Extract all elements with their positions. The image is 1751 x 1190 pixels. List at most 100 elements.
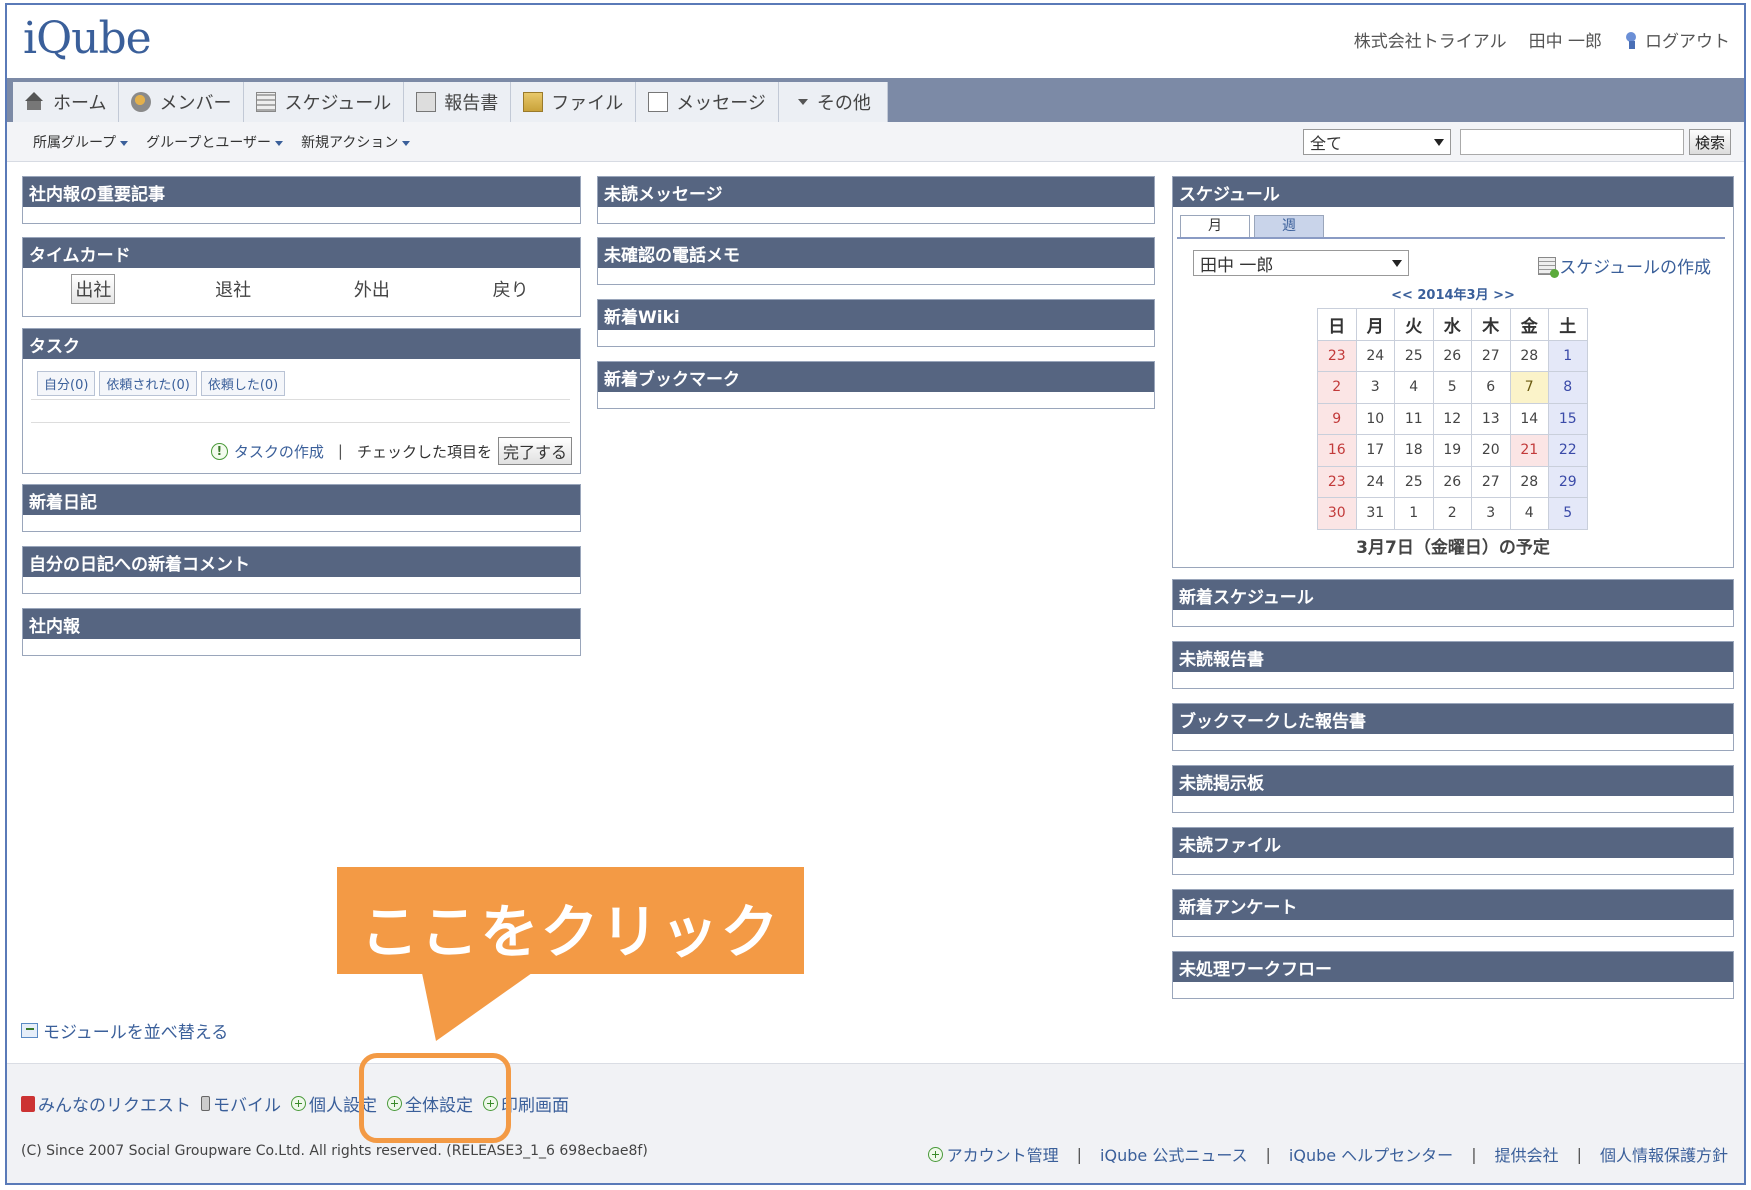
calendar-day[interactable]: 10 xyxy=(1355,402,1395,435)
tab-report[interactable]: 報告書 xyxy=(404,82,512,122)
calendar-day[interactable]: 29 xyxy=(1548,465,1588,498)
rearrange-modules-link[interactable]: モジュールを並べ替える xyxy=(21,1018,228,1043)
module-title[interactable]: 自分の日記への新着コメント xyxy=(23,547,580,577)
calendar-day[interactable]: 7 xyxy=(1509,371,1549,404)
tab-message[interactable]: メッセージ xyxy=(636,82,779,122)
calendar-day[interactable]: 12 xyxy=(1432,402,1472,435)
calendar-day[interactable]: 18 xyxy=(1394,434,1434,467)
calendar-day[interactable]: 14 xyxy=(1509,402,1549,435)
submenu-new-action[interactable]: 新規アクション xyxy=(301,132,411,152)
calendar-day[interactable]: 5 xyxy=(1548,497,1588,530)
module-title[interactable]: 社内報の重要記事 xyxy=(23,177,580,207)
calendar-day[interactable]: 13 xyxy=(1471,402,1511,435)
search-input[interactable] xyxy=(1460,129,1684,155)
calendar-day[interactable]: 16 xyxy=(1317,434,1357,467)
calendar-day[interactable]: 6 xyxy=(1471,371,1511,404)
calendar-day[interactable]: 2 xyxy=(1317,371,1357,404)
calendar-day[interactable]: 15 xyxy=(1548,402,1588,435)
calendar-day[interactable]: 3 xyxy=(1355,371,1395,404)
calendar-day[interactable]: 31 xyxy=(1355,497,1395,530)
tab-home[interactable]: ホーム xyxy=(13,82,120,122)
module-title[interactable]: タイムカード xyxy=(23,238,580,268)
bottom-link-help[interactable]: iQube ヘルプセンター xyxy=(1289,1142,1453,1166)
calendar-day[interactable]: 24 xyxy=(1355,465,1395,498)
return-button[interactable]: 戻り xyxy=(490,275,532,303)
calendar-day[interactable]: 23 xyxy=(1317,465,1357,498)
module-title[interactable]: 新着スケジュール xyxy=(1173,580,1733,610)
callout-box: ここをクリック xyxy=(337,867,804,974)
module-title[interactable]: 未読報告書 xyxy=(1173,642,1733,672)
calendar-day[interactable]: 26 xyxy=(1432,339,1472,372)
module-title[interactable]: 未読掲示板 xyxy=(1173,766,1733,796)
calendar-day[interactable]: 8 xyxy=(1548,371,1588,404)
module-title[interactable]: 未読ファイル xyxy=(1173,828,1733,858)
bottom-link-news[interactable]: iQube 公式ニュース xyxy=(1100,1142,1247,1166)
module-title[interactable]: 社内報 xyxy=(23,609,580,639)
calendar-day[interactable]: 23 xyxy=(1317,339,1357,372)
bottom-link-privacy[interactable]: 個人情報保護方針 xyxy=(1600,1142,1728,1166)
schedule-tab-week[interactable]: 週 xyxy=(1254,215,1324,237)
schedule-tab-month[interactable]: 月 xyxy=(1180,215,1250,237)
module-title[interactable]: 未処理ワークフロー xyxy=(1173,952,1733,982)
calendar-day[interactable]: 28 xyxy=(1509,339,1549,372)
calendar-day[interactable]: 30 xyxy=(1317,497,1357,530)
schedule-user-select[interactable]: 田中 一郎 xyxy=(1193,250,1409,276)
user-name-link[interactable]: 田中 一郎 xyxy=(1529,27,1602,52)
search-button[interactable]: 検索 xyxy=(1689,129,1731,155)
module-title[interactable]: 新着アンケート xyxy=(1173,890,1733,920)
search-scope-select[interactable]: 全て xyxy=(1303,129,1451,155)
leave-button[interactable]: 退社 xyxy=(212,275,254,303)
footer-link-label: モバイル xyxy=(213,1096,281,1116)
calendar-day[interactable]: 19 xyxy=(1432,434,1472,467)
complete-button[interactable]: 完了する xyxy=(497,437,572,465)
calendar-day[interactable]: 9 xyxy=(1317,402,1357,435)
footer-link-mobile[interactable]: モバイル xyxy=(201,1091,281,1116)
calendar-day[interactable]: 27 xyxy=(1471,339,1511,372)
tab-other[interactable]: その他 xyxy=(778,82,888,122)
calendar-day[interactable]: 4 xyxy=(1509,497,1549,530)
submenu-group-user[interactable]: グループとユーザー xyxy=(146,132,284,152)
calendar-day[interactable]: 1 xyxy=(1394,497,1434,530)
calendar-month-nav[interactable]: << 2014年3月 >> xyxy=(1173,284,1733,303)
calendar-day[interactable]: 4 xyxy=(1394,371,1434,404)
calendar-day[interactable]: 3 xyxy=(1471,497,1511,530)
calendar-day[interactable]: 21 xyxy=(1509,434,1549,467)
bottom-link-provider[interactable]: 提供会社 xyxy=(1495,1142,1559,1166)
submenu-group[interactable]: 所属グループ xyxy=(33,132,129,152)
module-title[interactable]: タスク xyxy=(23,329,580,359)
calendar-day[interactable]: 11 xyxy=(1394,402,1434,435)
task-tab-sent[interactable]: 依頼した(0) xyxy=(200,371,286,396)
logo[interactable]: iQube xyxy=(23,13,152,64)
module-title[interactable]: 新着Wiki xyxy=(598,300,1154,330)
schedule-create-link[interactable]: スケジュールの作成 xyxy=(1538,253,1711,278)
task-create-link[interactable]: タスクの作成 xyxy=(234,441,324,462)
tab-file[interactable]: ファイル xyxy=(511,82,637,122)
task-tab-requested[interactable]: 依頼された(0) xyxy=(99,371,197,396)
calendar-day[interactable]: 1 xyxy=(1548,339,1588,372)
calendar-day[interactable]: 2 xyxy=(1432,497,1472,530)
calendar-day[interactable]: 22 xyxy=(1548,434,1588,467)
tab-member[interactable]: メンバー xyxy=(119,82,245,122)
module-title[interactable]: 新着日記 xyxy=(23,485,580,515)
task-tab-mine[interactable]: 自分(0) xyxy=(37,371,96,396)
module-title[interactable]: 新着ブックマーク xyxy=(598,362,1154,392)
calendar-day[interactable]: 5 xyxy=(1432,371,1472,404)
out-button[interactable]: 外出 xyxy=(351,275,393,303)
calendar-day[interactable]: 20 xyxy=(1471,434,1511,467)
tab-schedule[interactable]: スケジュール xyxy=(244,82,405,122)
arrive-button[interactable]: 出社 xyxy=(71,274,116,304)
module-title[interactable]: 未読メッセージ xyxy=(598,177,1154,207)
module-title[interactable]: 未確認の電話メモ xyxy=(598,238,1154,268)
footer-link-requests[interactable]: みんなのリクエスト xyxy=(21,1091,191,1116)
calendar-day[interactable]: 24 xyxy=(1355,339,1395,372)
calendar-day[interactable]: 26 xyxy=(1432,465,1472,498)
calendar-day[interactable]: 25 xyxy=(1394,339,1434,372)
module-title[interactable]: ブックマークした報告書 xyxy=(1173,704,1733,734)
module-title[interactable]: スケジュール xyxy=(1173,177,1733,207)
logout-link[interactable]: ログアウト xyxy=(1624,27,1730,52)
calendar-day[interactable]: 25 xyxy=(1394,465,1434,498)
calendar-day[interactable]: 27 xyxy=(1471,465,1511,498)
calendar-day[interactable]: 28 xyxy=(1509,465,1549,498)
calendar-day[interactable]: 17 xyxy=(1355,434,1395,467)
bottom-link-account[interactable]: アカウント管理 xyxy=(947,1142,1059,1166)
